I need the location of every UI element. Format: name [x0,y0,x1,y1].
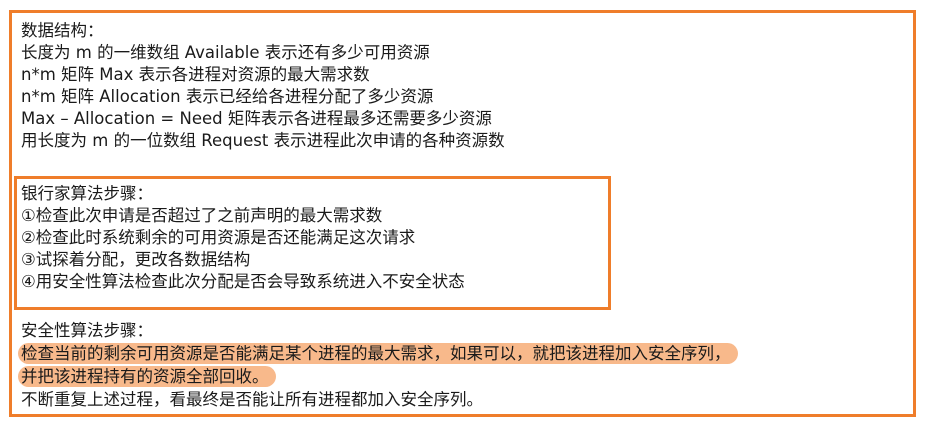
data-structure-line-request: 用长度为 m 的一位数组 Request 表示进程此次申请的各种资源数 [21,131,505,150]
bankers-step-1: ①检查此次申请是否超过了之前声明的最大需求数 [21,206,383,225]
data-structure-line-allocation: n*m 矩阵 Allocation 表示已经给各进程分配了多少资源 [21,87,434,106]
data-structures-heading: 数据结构： [21,21,104,40]
data-structure-line-need: Max – Allocation = Need 矩阵表示各进程最多还需要多少资源 [21,109,492,128]
data-structure-line-max: n*m 矩阵 Max 表示各进程对资源的最大需求数 [21,65,370,84]
highlight-text-2: 并把该进程持有的资源全部回收。 [18,366,276,387]
data-structure-line-available: 长度为 m 的一维数组 Available 表示还有多少可用资源 [21,43,430,62]
bankers-step-3: ③试探着分配，更改各数据结构 [21,250,251,269]
safety-step-highlighted-1: 检查当前的剩余可用资源是否能满足某个进程的最大需求，如果可以，就把该进程加入安全… [18,343,738,365]
safety-step-repeat: 不断重复上述过程，看最终是否能让所有进程都加入安全序列。 [21,390,483,409]
bankers-step-4: ④用安全性算法检查此次分配是否会导致系统进入不安全状态 [21,272,465,291]
highlight-text-1: 检查当前的剩余可用资源是否能满足某个进程的最大需求，如果可以，就把该进程加入安全… [18,343,738,364]
bankers-steps-heading: 银行家算法步骤： [21,184,153,203]
safety-steps-heading: 安全性算法步骤： [21,321,153,340]
safety-step-highlighted-2: 并把该进程持有的资源全部回收。 [18,366,276,388]
bankers-step-2: ②检查此时系统剩余的可用资源是否还能满足这次请求 [21,228,416,247]
